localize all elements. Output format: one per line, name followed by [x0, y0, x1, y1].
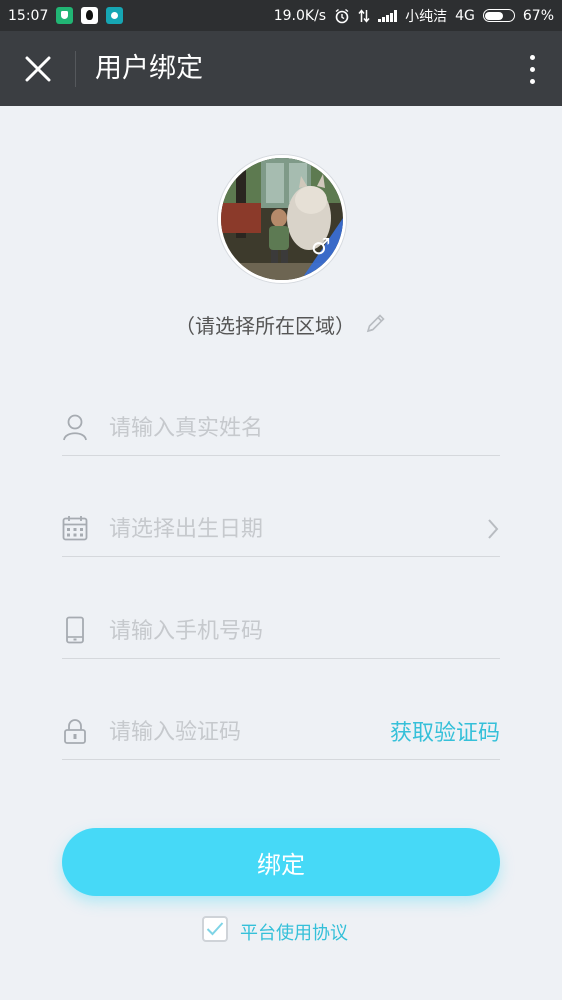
avatar-photo — [221, 158, 343, 280]
alarm-icon — [335, 8, 349, 23]
verification-code-input[interactable] — [107, 711, 351, 753]
more-dot — [529, 66, 535, 72]
data-transfer-icon — [358, 8, 370, 23]
battery-level-fill — [485, 11, 504, 20]
chevron-right-icon — [488, 519, 499, 539]
calendar-icon — [62, 516, 88, 541]
phone-field — [62, 602, 500, 659]
status-bar: 15:07 19.0K/s 小纯洁 4G 67% — [0, 0, 562, 31]
bind-button[interactable]: 绑定 — [62, 828, 500, 896]
edit-pencil-icon[interactable] — [363, 312, 387, 336]
security-app-icon — [56, 7, 74, 24]
region-selector[interactable]: （请选择所在区域） — [0, 308, 562, 340]
more-dot — [529, 54, 535, 60]
close-icon — [25, 56, 51, 82]
agreement-row: 平台使用协议 — [202, 913, 348, 945]
more-dot — [529, 78, 535, 84]
app-header: 用户绑定 — [0, 31, 562, 106]
close-button[interactable] — [18, 49, 58, 89]
get-code-button[interactable]: 获取验证码 — [390, 715, 500, 747]
phone-input[interactable] — [107, 610, 411, 652]
network-speed: 19.0K/s — [273, 7, 327, 24]
name-input[interactable] — [107, 407, 411, 449]
user-icon — [63, 414, 87, 441]
status-bar-left: 15:07 — [8, 7, 124, 24]
carrier-name: 小纯洁 — [405, 8, 448, 25]
status-bar-right: 19.0K/s 小纯洁 4G 67% — [274, 6, 554, 26]
lock-icon — [64, 719, 86, 744]
page-title: 用户绑定 — [95, 53, 203, 84]
qq-app-icon — [81, 7, 99, 24]
more-options-button[interactable] — [522, 51, 542, 87]
phone-icon — [66, 616, 84, 644]
gender-male-icon: ♂ — [311, 235, 331, 260]
network-type: 4G — [455, 7, 475, 24]
agreement-link[interactable]: 平台使用协议 — [240, 919, 348, 945]
agreement-checkbox[interactable] — [202, 916, 228, 942]
birthdate-field[interactable] — [62, 500, 500, 557]
verification-code-field: 获取验证码 — [62, 703, 500, 760]
header-divider — [75, 51, 76, 87]
region-text[interactable]: （请选择所在区域） — [175, 310, 355, 339]
notification-app-icon — [106, 7, 124, 24]
signal-icon — [378, 9, 398, 22]
status-time: 15:07 — [8, 7, 49, 24]
battery-percent: 67% — [522, 7, 554, 24]
name-field — [62, 399, 500, 456]
checkmark-icon — [206, 922, 224, 936]
avatar[interactable]: ♂ — [218, 155, 346, 283]
birthdate-input[interactable] — [107, 508, 411, 550]
battery-icon — [482, 9, 515, 22]
